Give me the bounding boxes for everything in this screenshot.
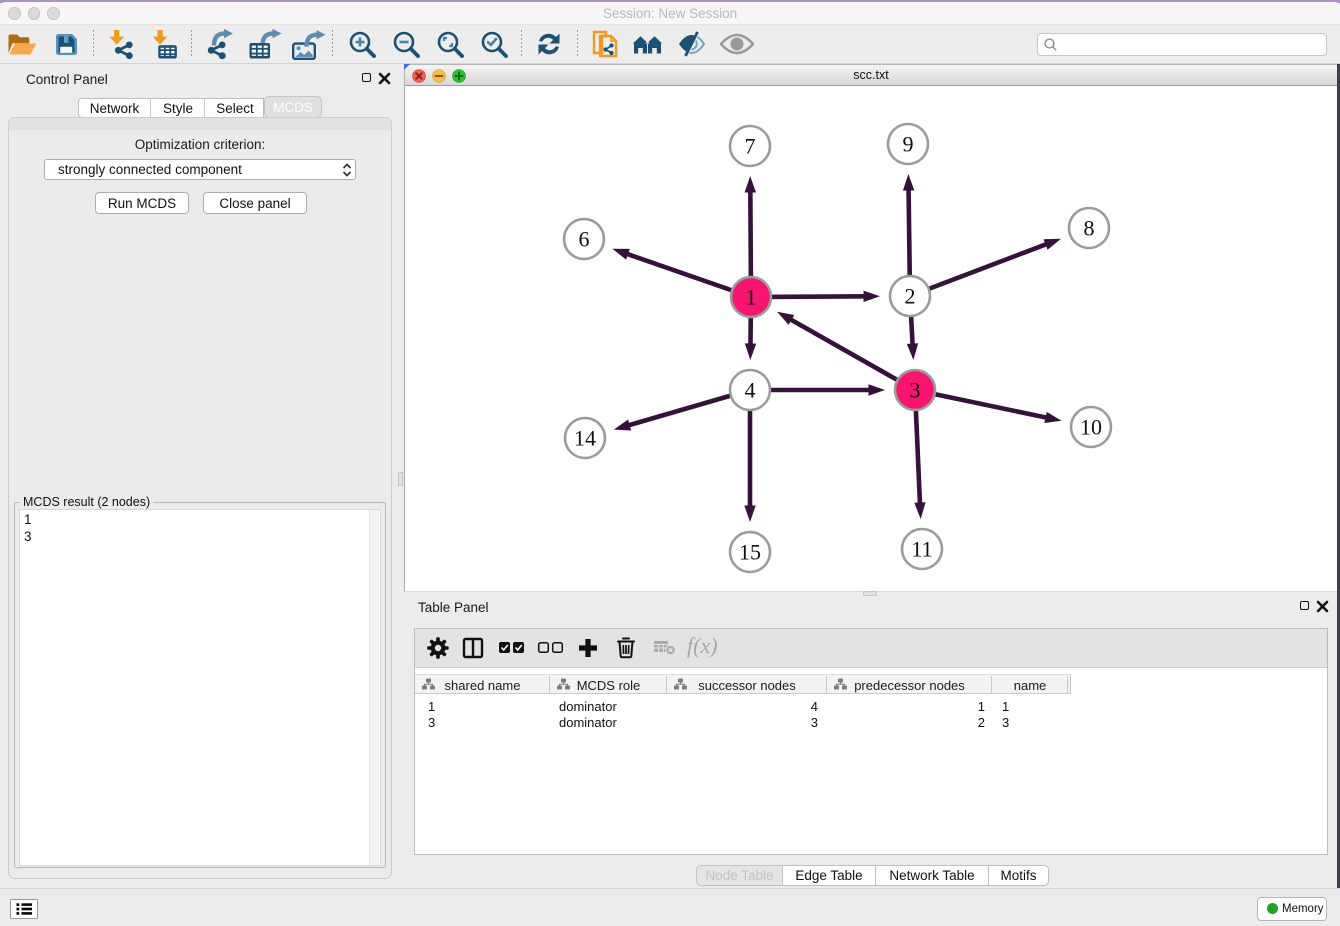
- svg-text:3: 3: [910, 378, 921, 403]
- svg-text:11: 11: [911, 537, 932, 562]
- svg-text:10: 10: [1080, 415, 1102, 440]
- svg-text:4: 4: [745, 378, 756, 403]
- svg-text:6: 6: [579, 227, 590, 252]
- svg-text:2: 2: [905, 284, 916, 309]
- svg-text:15: 15: [739, 540, 761, 565]
- svg-text:8: 8: [1084, 216, 1095, 241]
- svg-text:1: 1: [746, 285, 757, 310]
- svg-text:9: 9: [903, 132, 914, 157]
- svg-text:14: 14: [574, 426, 596, 451]
- svg-text:7: 7: [745, 134, 756, 159]
